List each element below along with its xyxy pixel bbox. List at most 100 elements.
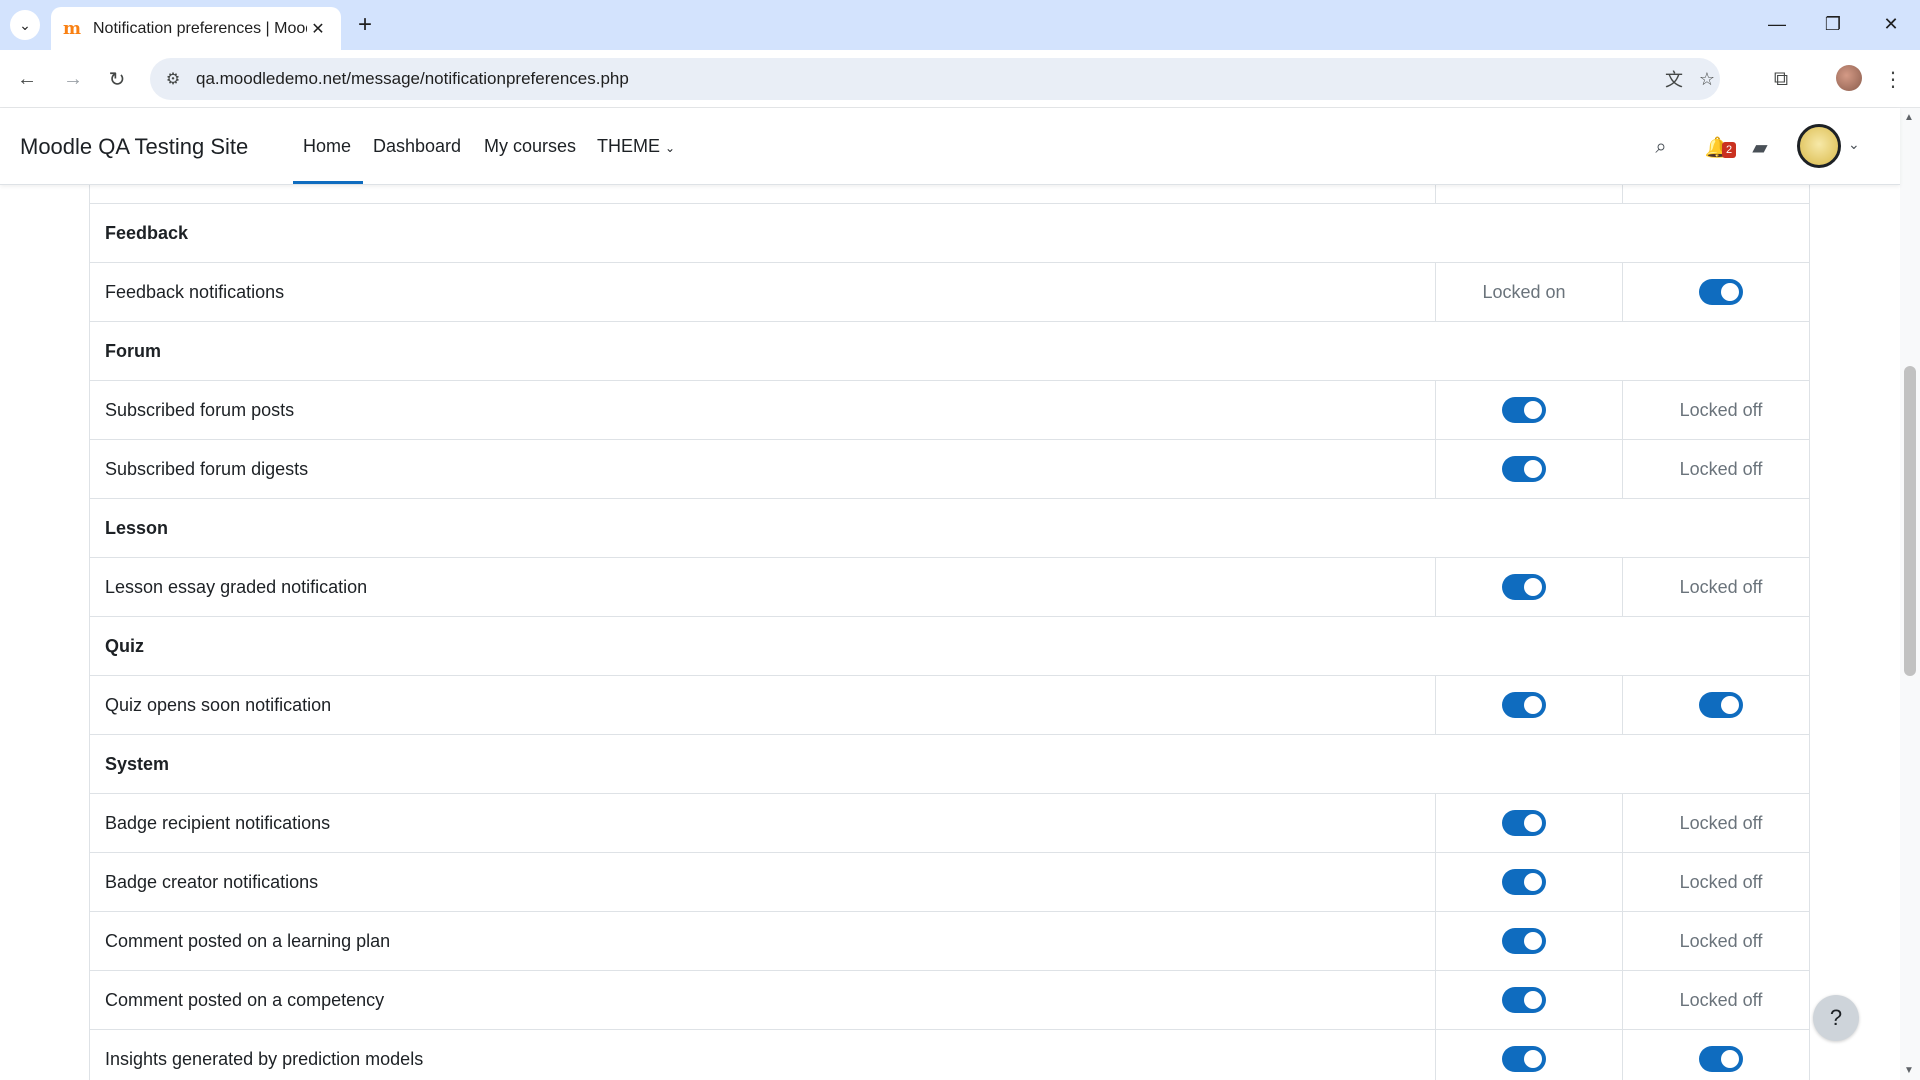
locked-status: Locked off — [1679, 812, 1763, 833]
forward-icon[interactable]: → — [56, 62, 90, 96]
tab-search-icon[interactable]: ⌄ — [10, 10, 40, 40]
web-cell: Locked on — [1435, 263, 1622, 321]
web-notification-toggle[interactable] — [1502, 928, 1546, 954]
section-title: Lesson — [105, 517, 169, 538]
preference-label: Quiz opens soon notification — [105, 694, 332, 715]
nav-theme-label: THEME — [597, 136, 660, 156]
email-notification-toggle[interactable] — [1699, 1046, 1743, 1072]
preference-label: Comment posted on a competency — [105, 989, 385, 1010]
restore-icon[interactable]: ❐ — [1813, 8, 1853, 40]
email-notification-toggle[interactable] — [1699, 279, 1743, 305]
section-title: System — [105, 753, 170, 774]
site-name[interactable]: Moodle QA Testing Site — [20, 134, 248, 160]
email-cell: Locked off — [1622, 971, 1809, 1029]
section-header-row: Feedback — [90, 204, 1809, 263]
preference-row: Comment posted on a learning plan Locked … — [90, 912, 1809, 971]
nav-home[interactable]: Home — [303, 136, 351, 157]
locked-status: Locked off — [1679, 458, 1763, 479]
moodle-favicon-icon: m — [63, 18, 81, 39]
page-scrollbar[interactable]: ▲ ▼ — [1900, 108, 1920, 1080]
locked-status: Locked off — [1679, 989, 1763, 1010]
web-notification-toggle[interactable] — [1502, 574, 1546, 600]
main-content: Feedback Feedback notifications Locked on F… — [0, 185, 1900, 1080]
browser-toolbar: ← → ↻ ⚙ qa.moodledemo.net/message/notifi… — [0, 50, 1920, 108]
email-notification-toggle[interactable] — [1699, 692, 1743, 718]
site-navbar: Moodle QA Testing Site Home Dashboard My… — [0, 108, 1900, 185]
browser-menu-icon[interactable]: ⋮ — [1876, 62, 1910, 96]
web-cell — [1435, 381, 1622, 439]
section-title: Feedback — [105, 222, 189, 243]
browser-tab-bar: ⌄ m Notification preferences | Mood ✕ + … — [0, 0, 1920, 50]
preference-row: Quiz opens soon notification — [90, 676, 1809, 735]
locked-status: Locked off — [1679, 576, 1763, 597]
scroll-thumb[interactable] — [1904, 366, 1916, 676]
preference-row: Lesson essay graded notification Locked o… — [90, 558, 1809, 617]
table-row-partial — [90, 185, 1809, 204]
section-header-row: System — [90, 735, 1809, 794]
bookmark-star-icon[interactable]: ☆ — [1695, 67, 1719, 91]
search-icon[interactable]: ⌕ — [1646, 132, 1676, 162]
preference-row: Comment posted on a competency Locked off — [90, 971, 1809, 1030]
web-cell — [1435, 558, 1622, 616]
web-notification-toggle[interactable] — [1502, 810, 1546, 836]
scroll-up-icon[interactable]: ▲ — [1904, 112, 1914, 123]
locked-status: Locked on — [1482, 281, 1566, 302]
notification-count-badge: 2 — [1722, 142, 1736, 158]
web-cell — [1435, 676, 1622, 734]
email-cell: Locked off — [1622, 558, 1809, 616]
email-cell — [1622, 1030, 1809, 1080]
preference-label: Feedback notifications — [105, 281, 285, 302]
email-cell: Locked off — [1622, 381, 1809, 439]
email-cell: Locked off — [1622, 440, 1809, 498]
new-tab-icon[interactable]: + — [350, 10, 380, 40]
tab-close-icon[interactable]: ✕ — [307, 19, 329, 39]
web-notification-toggle[interactable] — [1502, 1046, 1546, 1072]
email-cell: Locked off — [1622, 853, 1809, 911]
email-cell: Locked off — [1622, 912, 1809, 970]
browser-tab[interactable]: m Notification preferences | Mood ✕ — [51, 7, 341, 50]
user-avatar[interactable] — [1797, 124, 1841, 168]
section-header-row: Forum — [90, 322, 1809, 381]
preference-label: Comment posted on a learning plan — [105, 930, 391, 951]
browser-profile-avatar[interactable] — [1836, 65, 1862, 91]
address-bar[interactable]: ⚙ qa.moodledemo.net/message/notification… — [150, 58, 1720, 100]
minimize-icon[interactable]: — — [1757, 8, 1797, 40]
translate-icon[interactable]: 文 — [1662, 67, 1686, 91]
preference-row: Badge recipient notifications Locked off — [90, 794, 1809, 853]
active-nav-indicator — [293, 181, 363, 184]
row-label — [90, 185, 1435, 203]
nav-my-courses[interactable]: My courses — [484, 136, 576, 157]
email-cell — [1622, 263, 1809, 321]
notification-preferences-table: Feedback Feedback notifications Locked on F… — [89, 185, 1810, 1080]
section-header-row: Quiz — [90, 617, 1809, 676]
section-header-row: Lesson — [90, 499, 1809, 558]
web-notification-toggle[interactable] — [1502, 987, 1546, 1013]
extensions-icon[interactable]: ⧉ — [1764, 62, 1798, 96]
web-cell — [1435, 794, 1622, 852]
nav-dashboard[interactable]: Dashboard — [373, 136, 461, 157]
web-cell — [1435, 853, 1622, 911]
preference-row: Subscribed forum digests Locked off — [90, 440, 1809, 499]
section-title: Quiz — [105, 635, 144, 656]
web-cell — [1435, 912, 1622, 970]
chevron-down-icon: ⌄ — [665, 141, 676, 155]
preference-label: Lesson essay graded notification — [105, 576, 368, 597]
site-info-icon[interactable]: ⚙ — [162, 68, 184, 90]
locked-status: Locked off — [1679, 871, 1763, 892]
messages-icon[interactable]: ▰ — [1745, 132, 1775, 162]
web-notification-toggle[interactable] — [1502, 869, 1546, 895]
url-text[interactable]: qa.moodledemo.net/message/notificationpr… — [196, 69, 629, 89]
scroll-down-icon[interactable]: ▼ — [1904, 1065, 1914, 1076]
user-menu-chevron-icon[interactable]: ⌄ — [1848, 136, 1860, 153]
web-notification-toggle[interactable] — [1502, 397, 1546, 423]
reload-icon[interactable]: ↻ — [100, 62, 134, 96]
preference-label: Subscribed forum digests — [105, 458, 309, 479]
nav-theme[interactable]: THEME ⌄ — [597, 136, 675, 157]
web-notification-toggle[interactable] — [1502, 456, 1546, 482]
web-notification-toggle[interactable] — [1502, 692, 1546, 718]
preference-row: Insights generated by prediction models — [90, 1030, 1809, 1080]
tab-title: Notification preferences | Mood — [93, 19, 307, 37]
help-button[interactable]: ? — [1813, 995, 1859, 1041]
window-close-icon[interactable]: ✕ — [1871, 8, 1911, 40]
back-icon[interactable]: ← — [10, 62, 44, 96]
